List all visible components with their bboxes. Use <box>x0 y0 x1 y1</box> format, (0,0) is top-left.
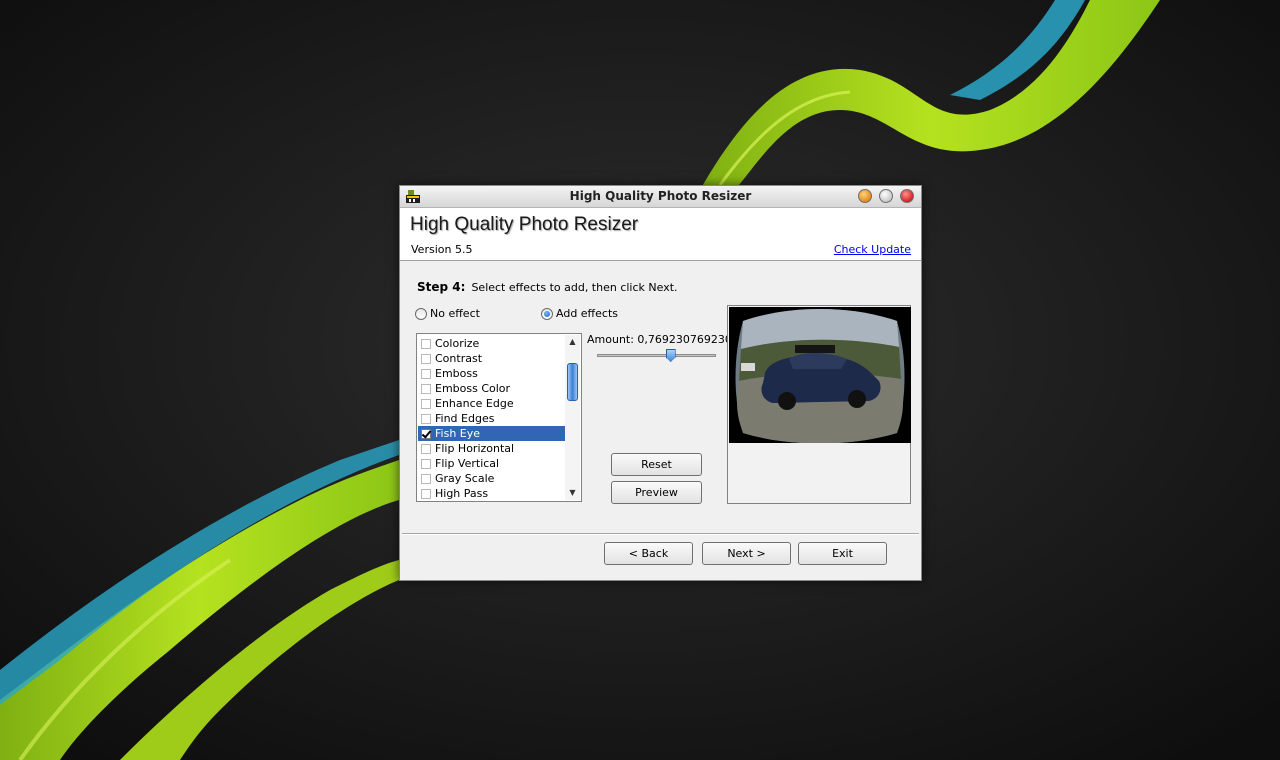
effect-label: Emboss <box>435 367 478 380</box>
next-button[interactable]: Next > <box>702 542 791 565</box>
window-title: High Quality Photo Resizer <box>569 189 752 203</box>
amount-slider-track[interactable] <box>597 354 716 357</box>
check-update-link[interactable]: Check Update <box>834 243 911 256</box>
effect-label: Colorize <box>435 337 480 350</box>
effect-label: Flip Horizontal <box>435 442 515 455</box>
add-effects-radio-indicator[interactable] <box>541 307 553 320</box>
add-effects-radio[interactable]: Add effects <box>541 307 618 320</box>
exit-button[interactable]: Exit <box>798 542 887 565</box>
add-effects-label: Add effects <box>556 307 618 320</box>
effect-label: Find Edges <box>435 412 495 425</box>
reset-button[interactable]: Reset <box>611 453 702 476</box>
no-effect-label: No effect <box>430 307 480 320</box>
no-effect-radio[interactable]: No effect <box>415 307 480 320</box>
effects-scrollbar[interactable]: ▲ ▼ <box>565 335 580 500</box>
maximize-button[interactable] <box>879 189 893 203</box>
effect-checkbox[interactable] <box>421 398 431 409</box>
title-bar[interactable]: High Quality Photo Resizer <box>400 186 921 208</box>
list-item[interactable]: Flip Horizontal <box>418 441 565 456</box>
header-panel: High Quality Photo Resizer Version 5.5 C… <box>400 208 921 261</box>
scroll-down-icon[interactable]: ▼ <box>565 486 580 500</box>
amount-slider-thumb[interactable] <box>665 349 676 362</box>
list-item[interactable]: Gray Scale <box>418 471 565 486</box>
effect-checkbox[interactable] <box>421 488 431 499</box>
version-label: Version 5.5 <box>411 243 473 256</box>
effect-checkbox[interactable] <box>421 383 431 394</box>
close-button[interactable] <box>900 189 914 203</box>
step-heading: Step 4: Select effects to add, then click… <box>417 280 678 294</box>
step-instruction: Select effects to add, then click Next. <box>471 281 678 294</box>
preview-panel <box>727 305 911 504</box>
list-item[interactable]: Emboss <box>418 366 565 381</box>
effect-label: High Pass <box>435 487 489 500</box>
list-item[interactable]: Colorize <box>418 336 565 351</box>
effect-checkbox[interactable] <box>421 443 431 454</box>
footer-separator <box>402 533 919 535</box>
effect-checkbox[interactable] <box>421 368 431 379</box>
list-item[interactable]: High Pass <box>418 486 565 501</box>
list-item[interactable]: Fish Eye <box>418 426 565 441</box>
scroll-up-icon[interactable]: ▲ <box>565 335 580 349</box>
effect-checkbox[interactable] <box>421 413 431 424</box>
effects-list[interactable]: Colorize Contrast Emboss Emboss Color Enhanc… <box>416 333 582 502</box>
app-title: High Quality Photo Resizer <box>410 214 639 235</box>
list-item[interactable]: Contrast <box>418 351 565 366</box>
effect-label: Fish Eye <box>435 427 481 440</box>
effect-checkbox[interactable] <box>421 428 431 439</box>
effects-items: Colorize Contrast Emboss Emboss Color Enhanc… <box>418 336 565 501</box>
effect-label: Flip Vertical <box>435 457 500 470</box>
effect-label: Emboss Color <box>435 382 511 395</box>
effect-checkbox[interactable] <box>421 353 431 364</box>
list-item[interactable]: Enhance Edge <box>418 396 565 411</box>
effect-label: Enhance Edge <box>435 397 514 410</box>
step-label: Step 4: <box>417 280 466 294</box>
effect-checkbox[interactable] <box>421 473 431 484</box>
app-window: High Quality Photo Resizer High Quality … <box>399 185 922 581</box>
back-button[interactable]: < Back <box>604 542 693 565</box>
preview-button[interactable]: Preview <box>611 481 702 504</box>
effect-label: Contrast <box>435 352 483 365</box>
effect-checkbox[interactable] <box>421 458 431 469</box>
amount-label: Amount: 0,769230769230769 <box>587 333 727 346</box>
list-item[interactable]: Flip Vertical <box>418 456 565 471</box>
list-item[interactable]: Find Edges <box>418 411 565 426</box>
effect-label: Gray Scale <box>435 472 495 485</box>
no-effect-radio-indicator[interactable] <box>415 307 427 320</box>
scroll-thumb[interactable] <box>567 363 578 401</box>
list-item[interactable]: Emboss Color <box>418 381 565 396</box>
preview-image <box>729 307 911 443</box>
effect-checkbox[interactable] <box>421 338 431 349</box>
minimize-button[interactable] <box>858 189 872 203</box>
